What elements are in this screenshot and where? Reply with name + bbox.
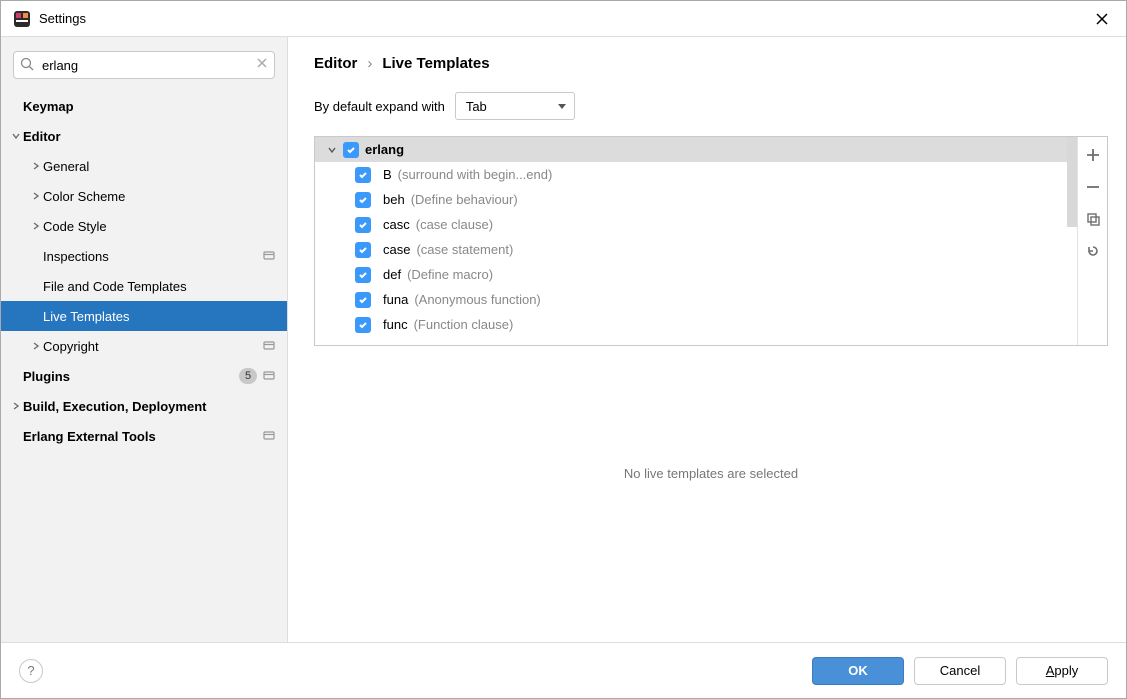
templates-list[interactable]: erlang B (surround with begin...end)beh …: [315, 137, 1077, 345]
scrollbar-thumb[interactable]: [1067, 137, 1077, 227]
template-checkbox[interactable]: [355, 292, 371, 308]
template-abbr: funa: [383, 292, 408, 307]
sidebar-item-copyright[interactable]: Copyright: [1, 331, 287, 361]
sidebar-item-general[interactable]: General: [1, 151, 287, 181]
sidebar-item-editor[interactable]: Editor: [1, 121, 287, 151]
sidebar-item-label: Erlang External Tools: [23, 429, 156, 444]
chevron-right-icon[interactable]: [29, 342, 43, 350]
template-checkbox[interactable]: [355, 217, 371, 233]
search-input[interactable]: [40, 57, 248, 74]
sidebar-item-label: Plugins: [23, 369, 70, 384]
sidebar-item-label: Inspections: [43, 249, 109, 264]
cancel-button[interactable]: Cancel: [914, 657, 1006, 685]
sidebar-item-label: Build, Execution, Deployment: [23, 399, 206, 414]
main-panel: Editor › Live Templates By default expan…: [288, 37, 1126, 642]
sidebar-item-file-and-code-templates[interactable]: File and Code Templates: [1, 271, 287, 301]
template-desc: (Anonymous function): [414, 292, 540, 307]
sidebar-item-label: File and Code Templates: [43, 279, 187, 294]
search-box[interactable]: [13, 51, 275, 79]
settings-scope-icon: [263, 339, 275, 354]
sidebar-item-inspections[interactable]: Inspections: [1, 241, 287, 271]
template-group-row[interactable]: erlang: [315, 137, 1077, 162]
template-row[interactable]: funa (Anonymous function): [315, 287, 1077, 312]
sidebar-item-erlang-external-tools[interactable]: Erlang External Tools: [1, 421, 287, 451]
chevron-down-icon[interactable]: [9, 132, 23, 140]
sidebar-item-label: Code Style: [43, 219, 107, 234]
templates-toolbar: [1077, 137, 1107, 345]
chevron-right-icon: ›: [367, 55, 372, 72]
template-checkbox[interactable]: [355, 242, 371, 258]
remove-template-icon[interactable]: [1083, 177, 1103, 197]
template-desc: (Define behaviour): [411, 192, 518, 207]
sidebar-item-color-scheme[interactable]: Color Scheme: [1, 181, 287, 211]
sidebar-item-label: General: [43, 159, 89, 174]
template-row[interactable]: casc (case clause): [315, 212, 1077, 237]
sidebar-item-label: Color Scheme: [43, 189, 125, 204]
template-row[interactable]: B (surround with begin...end): [315, 162, 1077, 187]
ok-button[interactable]: OK: [812, 657, 904, 685]
template-desc: (case statement): [416, 242, 513, 257]
template-row[interactable]: def (Define macro): [315, 262, 1077, 287]
apply-button[interactable]: Apply: [1016, 657, 1108, 685]
sidebar-item-live-templates[interactable]: Live Templates: [1, 301, 287, 331]
template-checkbox[interactable]: [355, 192, 371, 208]
sidebar-item-code-style[interactable]: Code Style: [1, 211, 287, 241]
sidebar-item-keymap[interactable]: Keymap: [1, 91, 287, 121]
template-abbr: casc: [383, 217, 410, 232]
settings-tree: Keymap Editor General Color Scheme Code Styl…: [1, 89, 287, 642]
breadcrumb: Editor › Live Templates: [314, 55, 1108, 72]
badge: 5: [239, 368, 257, 384]
breadcrumb-item: Live Templates: [382, 55, 489, 72]
template-checkbox[interactable]: [355, 167, 371, 183]
template-row[interactable]: func (Function clause): [315, 312, 1077, 337]
add-template-icon[interactable]: [1083, 145, 1103, 165]
window-title: Settings: [39, 11, 86, 26]
settings-scope-icon: [263, 429, 275, 444]
close-icon[interactable]: [1090, 7, 1114, 31]
expand-with-label: By default expand with: [314, 99, 445, 114]
no-selection-message: No live templates are selected: [314, 466, 1108, 481]
sidebar-item-build-execution-deployment[interactable]: Build, Execution, Deployment: [1, 391, 287, 421]
template-desc: (surround with begin...end): [398, 167, 553, 182]
titlebar: Settings: [1, 1, 1126, 37]
settings-scope-icon: [263, 369, 275, 384]
expand-with-select[interactable]: Tab: [455, 92, 575, 120]
restore-icon[interactable]: [1083, 241, 1103, 261]
clear-search-icon[interactable]: [256, 57, 268, 72]
sidebar-item-label: Live Templates: [43, 309, 129, 324]
chevron-right-icon[interactable]: [9, 402, 23, 410]
template-desc: (Function clause): [414, 317, 514, 332]
settings-scope-icon: [263, 249, 275, 264]
sidebar-item-label: Copyright: [43, 339, 99, 354]
app-icon: [13, 10, 31, 28]
template-abbr: case: [383, 242, 410, 257]
template-abbr: B: [383, 167, 392, 182]
dialog-footer: ? OK Cancel Apply: [1, 642, 1126, 698]
template-abbr: def: [383, 267, 401, 282]
template-abbr: beh: [383, 192, 405, 207]
template-row[interactable]: case (case statement): [315, 237, 1077, 262]
chevron-right-icon[interactable]: [29, 162, 43, 170]
template-checkbox[interactable]: [355, 317, 371, 333]
template-abbr: func: [383, 317, 408, 332]
sidebar-item-plugins[interactable]: Plugins 5: [1, 361, 287, 391]
template-checkbox[interactable]: [355, 267, 371, 283]
group-name: erlang: [365, 142, 404, 157]
template-desc: (Define macro): [407, 267, 493, 282]
search-icon: [20, 57, 34, 74]
breadcrumb-item: Editor: [314, 55, 357, 72]
settings-sidebar: Keymap Editor General Color Scheme Code Styl…: [1, 37, 288, 642]
chevron-right-icon[interactable]: [29, 192, 43, 200]
templates-panel: erlang B (surround with begin...end)beh …: [314, 136, 1108, 346]
help-button[interactable]: ?: [19, 659, 43, 683]
template-desc: (case clause): [416, 217, 493, 232]
group-checkbox[interactable]: [343, 142, 359, 158]
chevron-right-icon[interactable]: [29, 222, 43, 230]
expand-with-value: Tab: [466, 99, 487, 114]
template-row[interactable]: beh (Define behaviour): [315, 187, 1077, 212]
chevron-down-icon[interactable]: [325, 146, 339, 154]
sidebar-item-label: Editor: [23, 129, 61, 144]
duplicate-template-icon[interactable]: [1083, 209, 1103, 229]
sidebar-item-label: Keymap: [23, 99, 74, 114]
